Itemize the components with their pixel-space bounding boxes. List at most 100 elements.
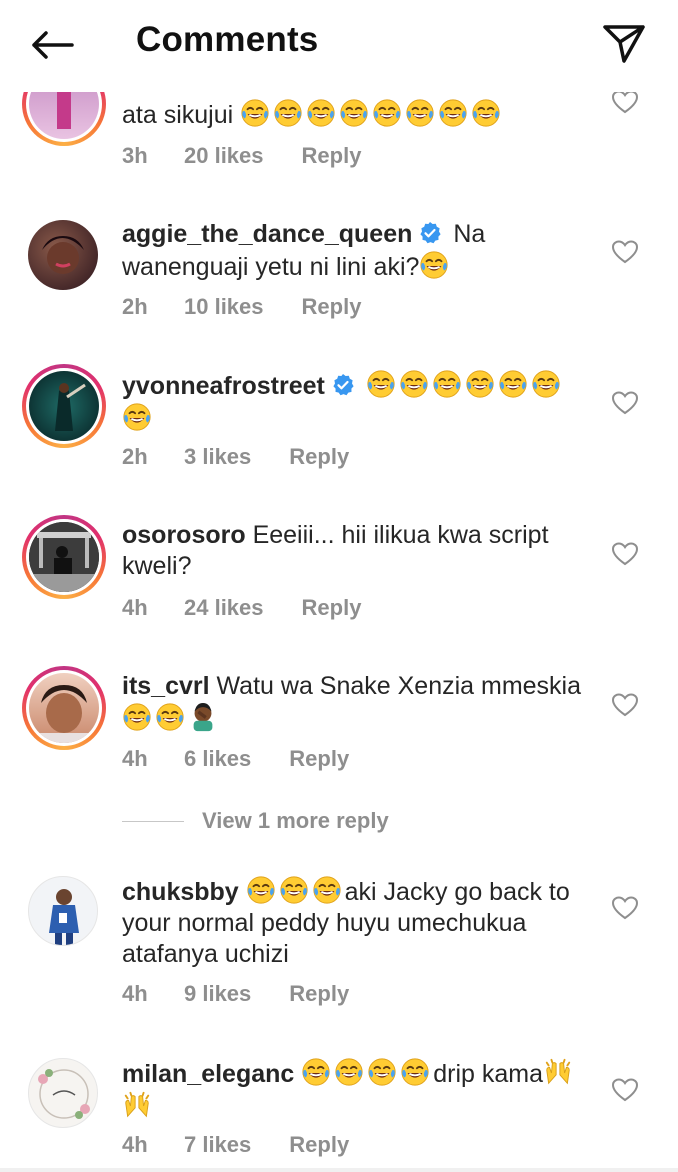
comment-username[interactable]: yvonneafrostreet — [122, 372, 325, 400]
laugh-emoji — [471, 98, 501, 128]
reply-button[interactable]: Reply — [289, 1132, 349, 1158]
comment-body: yvonneafrostreet — [122, 369, 592, 435]
avatar[interactable] — [22, 515, 106, 599]
reply-button[interactable]: Reply — [289, 444, 349, 470]
avatar[interactable] — [22, 870, 106, 954]
heart-icon[interactable] — [612, 391, 638, 415]
like-count[interactable]: 9 likes — [184, 981, 251, 1007]
comment-body: osorosoro Eeeiii... hii ilikua kwa scrip… — [122, 520, 592, 582]
laugh-emoji — [419, 250, 449, 280]
like-count[interactable]: 20 likes — [184, 143, 264, 169]
laugh-emoji — [155, 702, 185, 732]
avatar[interactable] — [22, 666, 106, 750]
back-button[interactable] — [26, 22, 78, 68]
avatar-photo — [29, 685, 99, 743]
comment-body: aggie_the_dance_queen Na wanenguaji yetu… — [122, 219, 592, 283]
reply-button[interactable]: Reply — [302, 143, 362, 169]
page-title: Comments — [136, 20, 319, 59]
comment-time: 4h — [122, 595, 148, 620]
comment-meta: 4h 6 likes Reply — [122, 746, 349, 772]
heart-icon[interactable] — [612, 240, 638, 264]
avatar-photo — [42, 236, 84, 274]
comment-body: milan_eleganc drip kama — [122, 1057, 592, 1123]
comment-meta: 3h 20 likes Reply — [122, 143, 361, 169]
comment-body: chuksbby aki Jacky go back to your norma… — [122, 875, 592, 970]
bottom-divider — [0, 1168, 678, 1172]
verified-badge-icon — [331, 373, 355, 397]
laugh-emoji — [279, 875, 309, 905]
laugh-emoji — [334, 1057, 364, 1087]
laugh-emoji — [400, 1057, 430, 1087]
like-count[interactable]: 10 likes — [184, 294, 264, 320]
view-more-replies-label: View 1 more reply — [202, 808, 389, 833]
comment-body: its_cvrl Watu wa Snake Xenzia mmeskia — [122, 671, 592, 735]
comment-time: 4h — [122, 1132, 148, 1157]
laugh-emoji — [122, 402, 152, 432]
like-count[interactable]: 7 likes — [184, 1132, 251, 1158]
laugh-emoji — [498, 369, 528, 399]
avatar-photo — [49, 889, 79, 945]
comment-meta: 4h 7 likes Reply — [122, 1132, 349, 1158]
like-count[interactable]: 3 likes — [184, 444, 251, 470]
raising-hands-emoji — [543, 1057, 573, 1087]
comment-time: 4h — [122, 981, 148, 1006]
reply-button[interactable]: Reply — [289, 981, 349, 1007]
comment-time: 2h — [122, 444, 148, 469]
avatar[interactable] — [22, 1052, 106, 1136]
laugh-emoji — [366, 369, 396, 399]
comment-time: 3h — [122, 143, 148, 168]
avatar-photo — [38, 1069, 90, 1119]
comment-message: ata sikujui — [122, 101, 241, 129]
comment-username[interactable]: aggie_the_dance_queen — [122, 220, 412, 248]
reply-button[interactable]: Reply — [302, 595, 362, 621]
facepalm-emoji — [188, 702, 218, 732]
heart-icon[interactable] — [612, 896, 638, 920]
comment-meta: 2h 3 likes Reply — [122, 444, 349, 470]
avatar[interactable] — [22, 364, 106, 448]
laugh-emoji — [306, 98, 336, 128]
reply-button[interactable]: Reply — [289, 746, 349, 772]
comment-meta: 4h 24 likes Reply — [122, 595, 361, 621]
laugh-emoji — [246, 875, 276, 905]
laugh-emoji — [465, 369, 495, 399]
arrow-left-icon — [32, 31, 74, 59]
laugh-emoji — [312, 875, 342, 905]
laugh-emoji — [531, 369, 561, 399]
share-button[interactable] — [600, 20, 648, 68]
comment-time: 2h — [122, 294, 148, 319]
comment-message: drip kama — [433, 1060, 544, 1088]
avatar-photo — [55, 383, 86, 431]
header-bar: Comments — [0, 0, 678, 92]
like-count[interactable]: 24 likes — [184, 595, 264, 621]
comment-meta: 2h 10 likes Reply — [122, 294, 361, 320]
raising-hands-emoji — [122, 1090, 152, 1120]
laugh-emoji — [372, 98, 402, 128]
laugh-emoji — [405, 98, 435, 128]
comment-username[interactable]: osorosoro — [122, 521, 246, 549]
view-more-replies[interactable]: View 1 more reply — [122, 808, 389, 834]
like-count[interactable]: 6 likes — [184, 746, 251, 772]
laugh-emoji — [438, 98, 468, 128]
comment-username[interactable]: its_cvrl — [122, 672, 210, 700]
divider-line — [122, 820, 184, 822]
laugh-emoji — [367, 1057, 397, 1087]
heart-icon[interactable] — [612, 542, 638, 566]
paper-plane-icon — [603, 25, 645, 63]
comment-message: Watu wa Snake Xenzia mmeskia — [216, 672, 582, 700]
laugh-emoji — [122, 702, 152, 732]
comment-username[interactable]: chuksbby — [122, 878, 239, 906]
laugh-emoji — [399, 369, 429, 399]
avatar-photo — [29, 522, 99, 592]
reply-button[interactable]: Reply — [302, 294, 362, 320]
comment-username[interactable]: milan_eleganc — [122, 1060, 294, 1088]
heart-icon[interactable] — [612, 90, 638, 114]
verified-badge-icon — [418, 221, 442, 245]
avatar[interactable] — [22, 214, 106, 298]
laugh-emoji — [432, 369, 462, 399]
laugh-emoji — [273, 98, 303, 128]
comment-body: ata sikujui — [122, 98, 592, 131]
comments-screen: Comments ata sikujui 3h 20 likes Reply a… — [0, 0, 678, 1172]
heart-icon[interactable] — [612, 693, 638, 717]
heart-icon[interactable] — [612, 1078, 638, 1102]
laugh-emoji — [301, 1057, 331, 1087]
